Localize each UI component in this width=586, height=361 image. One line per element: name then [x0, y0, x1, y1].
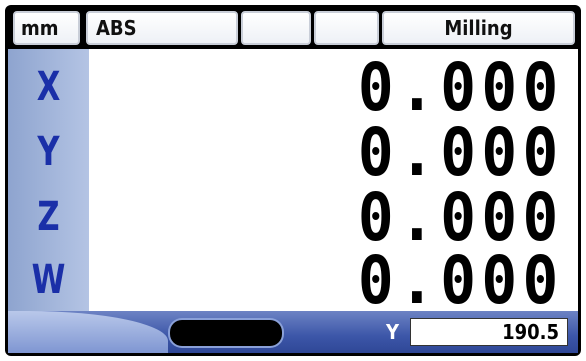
status-slot-3	[241, 11, 311, 45]
axis-label-column: X Y Z W	[8, 49, 89, 311]
dro-screen: mm ABS Milling X Y Z W 0.000 0.000 0.000…	[5, 5, 581, 356]
status-slot-4	[314, 11, 379, 45]
position-display: 0.000 0.000 0.000 0.000	[89, 49, 578, 319]
axis-label-y[interactable]: Y	[14, 126, 83, 178]
axis-value-x: 0.000	[358, 49, 564, 126]
aux-axis-label: Y	[386, 320, 400, 344]
soft-key-bar: Y 190.5	[8, 311, 578, 353]
aux-axis-value: 190.5	[410, 318, 568, 346]
app-mode-indicator[interactable]: Milling	[382, 11, 575, 45]
axis-value-y: 0.000	[358, 114, 564, 191]
unit-indicator[interactable]: mm	[13, 11, 80, 45]
axis-value-w: 0.000	[358, 242, 564, 319]
mode-indicator[interactable]: ABS	[86, 11, 238, 45]
decorative-swoosh	[8, 311, 168, 353]
soft-key-button[interactable]	[170, 320, 282, 346]
axis-label-x[interactable]: X	[14, 61, 83, 113]
axis-label-z[interactable]: Z	[14, 191, 83, 243]
status-bar: mm ABS Milling	[8, 8, 578, 48]
axis-label-w[interactable]: W	[14, 254, 83, 306]
